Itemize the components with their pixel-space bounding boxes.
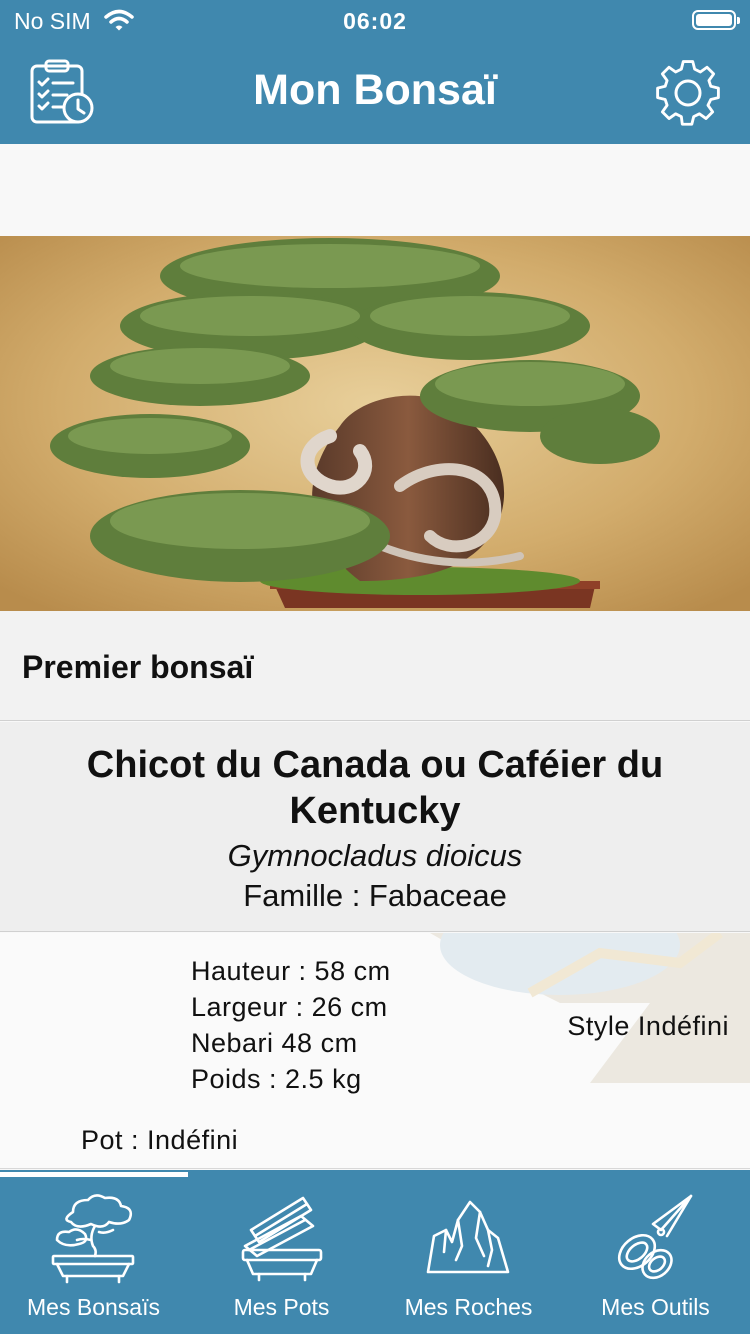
width-value: Largeur : 26 cm <box>191 992 388 1022</box>
status-bar: No SIM 06:02 <box>0 0 750 40</box>
style-value: Style Indéfini <box>567 1011 729 1041</box>
pruning-shears-icon <box>617 1194 693 1280</box>
tab-label: Mes Bonsaïs <box>27 1294 160 1320</box>
species-common-name: Chicot du Canada ou Caféier du Kentucky <box>86 744 664 832</box>
tab-label: Mes Pots <box>233 1294 330 1320</box>
settings-button[interactable] <box>652 58 724 128</box>
rocks-icon <box>426 1200 510 1274</box>
pot-stack-icon <box>241 1196 323 1282</box>
tab-mes-roches[interactable]: Mes Roches <box>375 1178 562 1334</box>
tab-mes-bonsais[interactable]: Mes Bonsaïs <box>0 1178 187 1334</box>
species-latin-name: Gymnocladus dioicus <box>227 838 523 873</box>
nav-bar: Mon Bonsaï <box>0 40 750 144</box>
bonsai-photo[interactable] <box>0 236 750 611</box>
height-value: Hauteur : 58 cm <box>191 956 391 986</box>
bonsai-tree-icon <box>51 1194 135 1284</box>
tab-mes-pots[interactable]: Mes Pots <box>188 1178 375 1334</box>
weight-value: Poids : 2.5 kg <box>191 1064 362 1094</box>
tab-bar: Mes Bonsaïs Mes Pots Mes Roches Mes Outi… <box>0 1170 750 1334</box>
measurements-list: Hauteur : 58 cm Largeur : 26 cm Nebari 4… <box>191 953 391 1097</box>
clock-time: 06:02 <box>343 8 407 34</box>
details-section: Hauteur : 58 cm Largeur : 26 cm Nebari 4… <box>0 933 750 1169</box>
selected-tab-indicator <box>0 1172 188 1177</box>
pot-value: Pot : Indéfini <box>81 1125 239 1155</box>
tab-label: Mes Outils <box>601 1294 710 1320</box>
tab-label: Mes Roches <box>404 1294 533 1320</box>
species-section: Chicot du Canada ou Caféier du Kentucky … <box>0 722 750 932</box>
page-title: Mon Bonsaï <box>253 66 497 114</box>
bonsai-name-row: Premier bonsaï <box>0 611 750 721</box>
nebari-value: Nebari 48 cm <box>191 1028 358 1058</box>
gear-icon <box>656 60 720 126</box>
battery-icon <box>692 10 740 30</box>
tab-mes-outils[interactable]: Mes Outils <box>562 1178 749 1334</box>
species-family: Famille : Fabaceae <box>243 878 507 913</box>
bonsai-name: Premier bonsaï <box>22 649 254 685</box>
